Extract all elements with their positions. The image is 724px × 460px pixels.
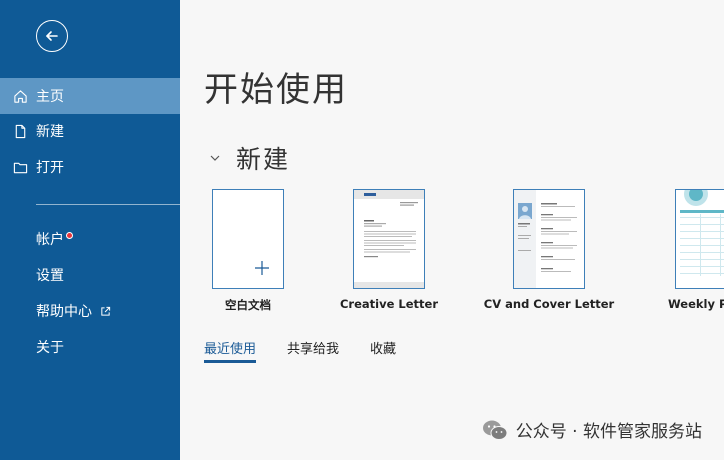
section-title-new: 新建 — [236, 145, 291, 174]
template-thumbnail — [675, 189, 724, 289]
sidebar-item-label: 打开 — [36, 160, 64, 176]
sidebar: 主页 新建 打开 帐户 设置 帮助中心 关于 — [0, 0, 180, 460]
sidebar-item-label: 帮助中心 — [36, 304, 92, 320]
template-label: Weekly Pla — [668, 297, 724, 311]
sidebar-item-home[interactable]: 主页 — [0, 78, 180, 114]
back-button[interactable] — [36, 20, 68, 52]
page-title: 开始使用 — [204, 70, 348, 110]
watermark-text: 公众号 · 软件管家服务站 — [515, 422, 702, 442]
template-label: Creative Letter — [339, 297, 439, 311]
sidebar-item-help[interactable]: 帮助中心 — [36, 301, 111, 321]
external-link-icon — [100, 306, 111, 317]
template-weekly-planner[interactable]: Weekly Pla — [668, 189, 724, 311]
template-thumbnail — [353, 189, 425, 289]
sidebar-divider — [36, 204, 180, 205]
cv-preview-graphic — [514, 190, 577, 288]
main-content: 开始使用 新建 空白文档 Creative Letter CV and Cove… — [180, 0, 724, 460]
template-thumbnail — [513, 189, 585, 289]
template-thumbnail — [212, 189, 284, 289]
section-collapse-toggle[interactable] — [208, 150, 222, 164]
arrow-left-icon — [46, 31, 58, 41]
home-icon — [12, 88, 28, 104]
tab-shared-with-me[interactable]: 共享给我 — [287, 338, 339, 363]
sidebar-item-label: 关于 — [36, 340, 64, 356]
chevron-down-icon — [210, 155, 220, 161]
document-tabs: 最近使用 共享给我 收藏 — [204, 338, 427, 363]
template-blank-document[interactable]: 空白文档 — [212, 189, 284, 312]
planner-preview-graphic — [680, 190, 724, 276]
template-label: CV and Cover Letter — [483, 297, 615, 311]
template-creative-letter[interactable]: Creative Letter — [340, 189, 438, 311]
template-cv-cover-letter[interactable]: CV and Cover Letter — [484, 189, 614, 311]
sidebar-item-about[interactable]: 关于 — [36, 337, 64, 357]
tab-favorites[interactable]: 收藏 — [370, 338, 396, 363]
sidebar-item-label: 新建 — [36, 124, 64, 140]
plus-icon — [255, 261, 269, 275]
folder-icon — [12, 159, 28, 175]
watermark: 公众号 · 软件管家服务站 — [482, 417, 702, 442]
notification-badge — [66, 231, 73, 239]
sidebar-item-account[interactable]: 帐户 — [36, 229, 73, 249]
sidebar-item-open[interactable]: 打开 — [0, 149, 180, 185]
template-label: 空白文档 — [225, 298, 271, 312]
new-document-icon — [12, 123, 28, 139]
sidebar-item-settings[interactable]: 设置 — [36, 265, 64, 285]
sidebar-item-label: 主页 — [36, 89, 64, 105]
sidebar-item-new[interactable]: 新建 — [0, 113, 180, 149]
letter-preview-graphic — [354, 190, 424, 288]
wechat-icon — [482, 420, 508, 440]
tab-recent[interactable]: 最近使用 — [204, 338, 257, 363]
sidebar-item-label: 帐户 — [36, 232, 64, 248]
sidebar-item-label: 设置 — [36, 268, 64, 284]
